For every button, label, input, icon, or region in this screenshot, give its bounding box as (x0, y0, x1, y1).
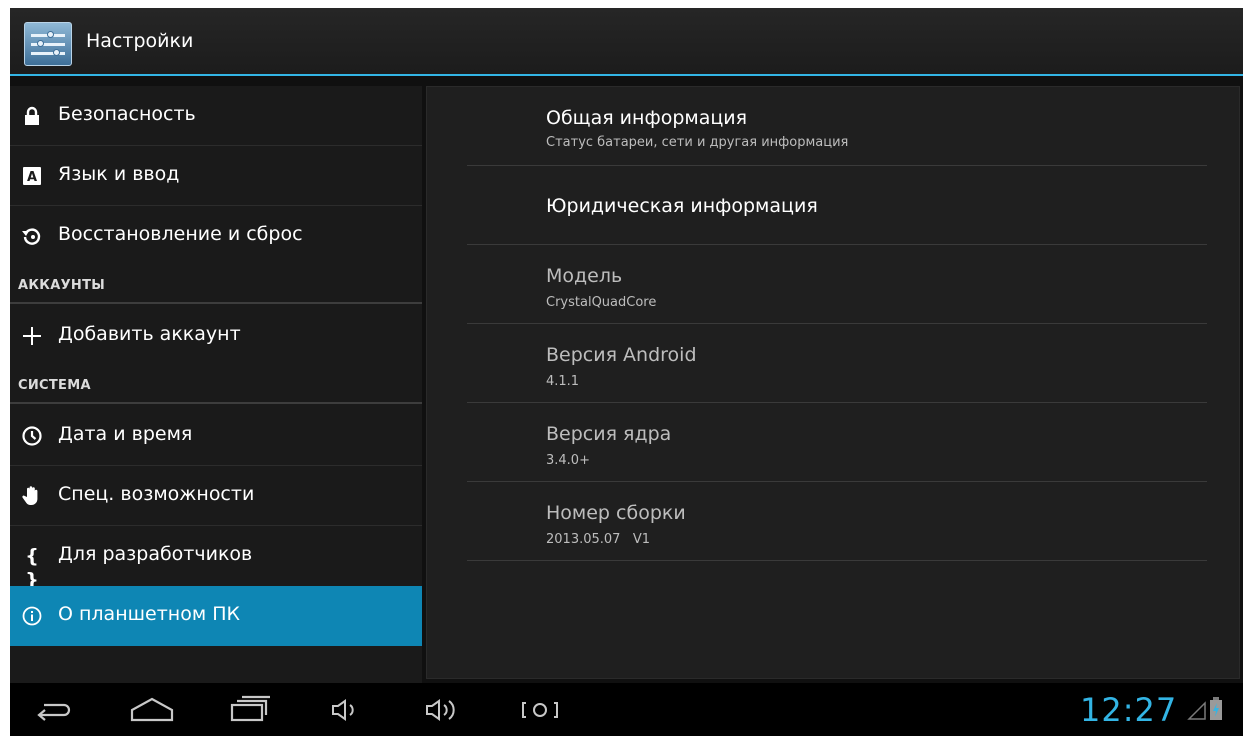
sidebar-item-about-tablet[interactable]: О планшетном ПК (10, 586, 422, 646)
row-title: Общая информация (546, 107, 748, 129)
row-title: Юридическая информация (546, 195, 818, 217)
sidebar-item-backup-reset[interactable]: Восстановление и сброс (10, 206, 422, 266)
sidebar-item-developer[interactable]: { } Для разработчиков (10, 526, 422, 591)
sidebar-item-label: Язык и ввод (58, 163, 180, 185)
hand-icon (20, 484, 44, 508)
sidebar-item-label: О планшетном ПК (58, 603, 240, 625)
section-header-accounts: АККАУНТЫ (10, 266, 422, 304)
sidebar-item-add-account[interactable]: Добавить аккаунт (10, 306, 422, 366)
sidebar-item-date-time[interactable]: Дата и время (10, 406, 422, 466)
clock-icon (20, 424, 44, 448)
action-bar: Настройки (10, 8, 1243, 76)
row-subtitle: 2013.05.07 V1 (546, 532, 650, 547)
about-detail-pane: Общая информация Статус батареи, сети и … (426, 86, 1240, 679)
restore-icon (20, 224, 44, 248)
detail-row-android-version[interactable]: Версия Android 4.1.1 (467, 324, 1207, 403)
system-navigation-bar: 12:27 (10, 683, 1243, 736)
detail-row-build-number[interactable]: Номер сборки 2013.05.07 V1 (467, 482, 1207, 561)
info-icon (20, 604, 44, 628)
row-title: Номер сборки (546, 502, 686, 524)
sidebar-item-label: Добавить аккаунт (58, 323, 241, 345)
android-screen: Настройки Безопасность A Язык и ввод Вос… (10, 8, 1243, 736)
detail-row-model: Модель CrystalQuadCore (467, 245, 1207, 324)
status-clock[interactable]: 12:27 (1080, 691, 1177, 729)
screenshot-icon[interactable] (520, 697, 560, 727)
section-header-system: СИСТЕМА (10, 366, 422, 404)
braces-icon: { } (25, 545, 39, 591)
battery-charging-icon (1209, 697, 1223, 725)
row-subtitle: Статус батареи, сети и другая информация (546, 135, 849, 150)
row-subtitle: 3.4.0+ (546, 453, 590, 468)
sidebar-item-language[interactable]: A Язык и ввод (10, 146, 422, 206)
sidebar-item-label: Восстановление и сброс (58, 223, 303, 245)
row-title: Версия ядра (546, 423, 672, 445)
sidebar-item-label: Дата и время (58, 423, 193, 445)
row-title: Версия Android (546, 344, 697, 366)
plus-icon (20, 324, 44, 348)
detail-row-kernel-version: Версия ядра 3.4.0+ (467, 403, 1207, 482)
keyboard-a-icon: A (20, 164, 44, 188)
svg-text:A: A (27, 170, 37, 185)
sidebar-item-label: Спец. возможности (58, 483, 255, 505)
sidebar-item-accessibility[interactable]: Спец. возможности (10, 466, 422, 526)
home-icon[interactable] (128, 695, 176, 727)
row-subtitle: CrystalQuadCore (546, 295, 657, 310)
settings-sidebar: Безопасность A Язык и ввод Восстановлени… (10, 86, 422, 683)
back-icon[interactable] (34, 697, 74, 727)
lock-icon (20, 104, 44, 128)
recent-apps-icon[interactable] (228, 695, 272, 727)
sidebar-item-label: Для разработчиков (58, 543, 253, 565)
sidebar-item-label: Безопасность (58, 103, 196, 125)
volume-down-icon[interactable] (330, 697, 364, 727)
volume-up-icon[interactable] (424, 696, 464, 728)
row-subtitle: 4.1.1 (546, 374, 580, 389)
row-title: Модель (546, 265, 623, 287)
settings-sliders-icon[interactable] (24, 22, 72, 66)
detail-row-legal-info[interactable]: Юридическая информация (467, 166, 1207, 245)
signal-icon (1187, 699, 1207, 725)
sidebar-item-security[interactable]: Безопасность (10, 86, 422, 146)
detail-row-general-info[interactable]: Общая информация Статус батареи, сети и … (467, 87, 1207, 166)
page-title: Настройки (86, 30, 194, 52)
